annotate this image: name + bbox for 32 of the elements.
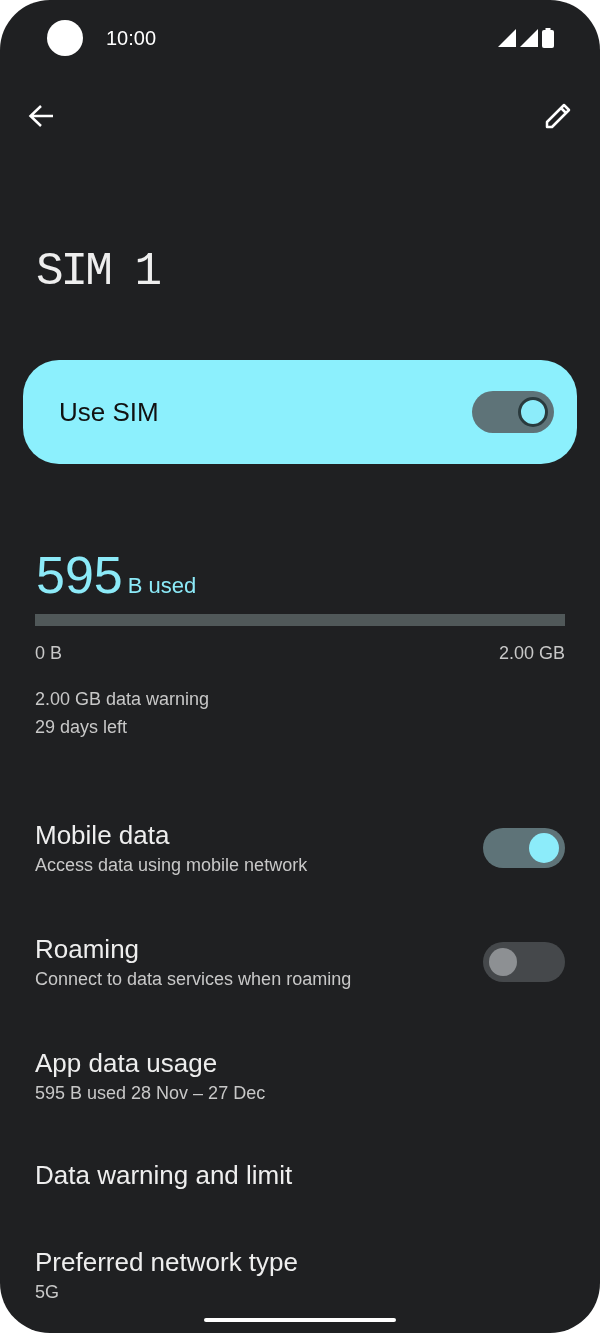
toggle-switch[interactable] — [483, 828, 565, 868]
settings-row[interactable]: Mobile data Access data using mobile network — [0, 791, 600, 905]
setting-summary: 5G — [35, 1281, 60, 1304]
settings-row[interactable]: Roaming Connect to data services when roaming — [0, 905, 600, 1019]
camera-cutout — [47, 20, 83, 56]
signal-icon — [520, 29, 538, 47]
usage-max-label: 2.00 GB — [498, 642, 565, 665]
setting-summary: Access data using mobile network — [35, 854, 309, 877]
status-time: 10:00 — [106, 26, 157, 51]
settings-row[interactable]: App data usage 595 B used 28 Nov – 27 Dec — [0, 1019, 600, 1133]
setting-summary: Connect to data services when roaming — [35, 968, 353, 991]
usage-unit: B used — [127, 572, 197, 600]
toggle-switch[interactable] — [483, 942, 565, 982]
settings-row[interactable]: Data warning and limit — [0, 1133, 600, 1217]
toggle-switch[interactable] — [472, 391, 554, 433]
usage-amount: 595 — [36, 545, 123, 605]
usage-min-label: 0 B — [35, 642, 63, 665]
edit-button[interactable] — [543, 101, 573, 131]
settings-row[interactable]: Preferred network type 5G — [0, 1217, 600, 1333]
signal-icon — [498, 29, 516, 47]
use-sim-card[interactable]: Use SIM — [23, 360, 577, 464]
battery-icon — [542, 28, 554, 48]
setting-title: Preferred network type — [35, 1246, 299, 1279]
days-left-text: 29 days left — [35, 716, 129, 739]
data-warning-text: 2.00 GB data warning — [35, 688, 211, 711]
setting-title: Data warning and limit — [35, 1159, 294, 1192]
use-sim-label: Use SIM — [59, 395, 159, 429]
page-title: SIM 1 — [36, 246, 161, 298]
setting-title: App data usage — [35, 1047, 219, 1080]
setting-summary: 595 B used 28 Nov – 27 Dec — [35, 1082, 267, 1105]
setting-title: Mobile data — [35, 819, 171, 852]
setting-title: Roaming — [35, 933, 141, 966]
